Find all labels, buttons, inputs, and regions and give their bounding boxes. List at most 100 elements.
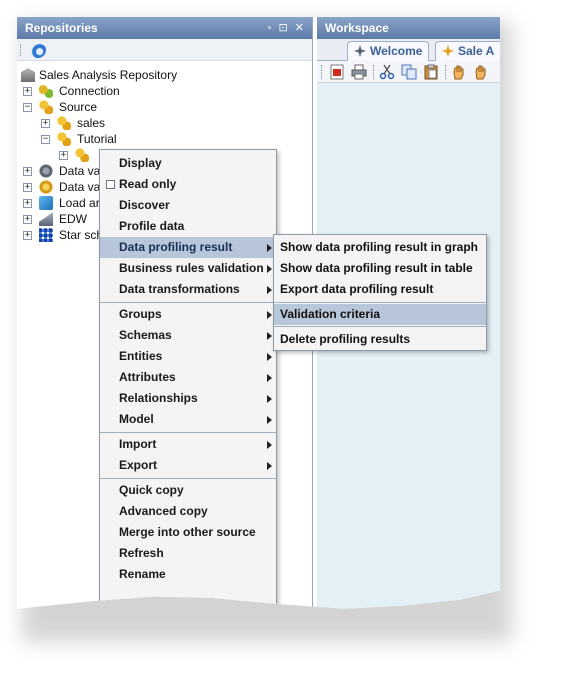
collapse-icon[interactable]: −: [41, 135, 50, 144]
pdf-icon[interactable]: [329, 64, 345, 80]
hand-alt-icon[interactable]: [473, 64, 489, 80]
gear-icon: [39, 164, 53, 178]
menu-item-discover[interactable]: Discover: [100, 195, 276, 216]
toolbar-separator: [373, 65, 374, 79]
menu-item-label: Groups: [119, 307, 162, 321]
tree-node-label: Data va: [59, 180, 101, 194]
menu-item-label: Business rules validation: [119, 261, 264, 275]
tree-node-label: Load ar: [59, 196, 100, 210]
menu-item-label: Profile data: [119, 219, 185, 233]
hand-icon[interactable]: [451, 64, 467, 80]
submenu-item-delete-results[interactable]: Delete profiling results: [274, 329, 486, 350]
submenu-item-show-table[interactable]: Show data profiling result in table: [274, 258, 486, 279]
menu-item-relationships[interactable]: Relationships: [100, 388, 276, 409]
submenu-arrow-icon: [267, 286, 272, 294]
menu-item-data-transformations[interactable]: Data transformations: [100, 279, 276, 300]
tab-sale-analysis[interactable]: Sale A: [435, 41, 500, 61]
menu-item-label: Advanced copy: [119, 504, 208, 518]
tree-node-label: Tutorial: [77, 132, 117, 146]
checkbox-icon[interactable]: [106, 180, 115, 189]
menu-item-export[interactable]: Export: [100, 455, 276, 476]
expand-icon[interactable]: +: [59, 151, 68, 160]
workspace-header: Workspace: [317, 17, 500, 39]
tab-label: Welcome: [370, 44, 423, 58]
submenu-arrow-icon: [267, 416, 272, 424]
submenu-arrow-icon: [267, 265, 272, 273]
cube-icon: [39, 196, 53, 210]
menu-item-merge-into-other-source[interactable]: Merge into other source: [100, 522, 276, 543]
menu-item-entities[interactable]: Entities: [100, 346, 276, 367]
menu-item-attributes[interactable]: Attributes: [100, 367, 276, 388]
menu-item-data-profiling-result[interactable]: Data profiling result: [100, 237, 276, 258]
grid-icon: [39, 228, 53, 242]
print-icon[interactable]: [351, 64, 367, 80]
repository-icon: [21, 68, 35, 82]
submenu-item-validation-criteria[interactable]: Validation criteria: [274, 304, 486, 325]
tree-node-label: Connection: [59, 84, 120, 98]
submenu-arrow-icon: [267, 462, 272, 470]
menu-separator: [100, 432, 276, 433]
panel-window-controls[interactable]: ▫ ⊡ ✕: [268, 17, 306, 39]
source-icon: [57, 116, 71, 130]
tree-node-label: Star sch: [59, 228, 104, 242]
menu-item-label: Data profiling result: [119, 240, 233, 254]
menu-separator: [100, 478, 276, 479]
menu-item-profile-data[interactable]: Profile data: [100, 216, 276, 237]
submenu-item-label: Show data profiling result in graph: [280, 240, 479, 254]
workspace-title: Workspace: [325, 21, 389, 35]
tree-node-label: Sales Analysis Repository: [39, 68, 178, 82]
menu-item-schemas[interactable]: Schemas: [100, 325, 276, 346]
tree-node-label: Source: [59, 100, 98, 114]
source-icon: [75, 148, 89, 162]
refresh-icon[interactable]: [30, 42, 46, 58]
welcome-icon: [354, 45, 366, 57]
menu-separator: [100, 302, 276, 303]
toolbar-separator: [445, 65, 446, 79]
submenu-item-show-graph[interactable]: Show data profiling result in graph: [274, 237, 486, 258]
expand-icon[interactable]: +: [23, 231, 32, 240]
edw-icon: [39, 212, 53, 226]
source-icon: [39, 100, 53, 114]
tree-node-label: EDW: [59, 212, 87, 226]
expand-icon[interactable]: +: [23, 87, 32, 96]
menu-item-advanced-copy[interactable]: Advanced copy: [100, 501, 276, 522]
menu-item-read-only[interactable]: Read only: [100, 174, 276, 195]
expand-icon[interactable]: +: [23, 199, 32, 208]
collapse-icon[interactable]: −: [23, 103, 32, 112]
submenu-item-export-result[interactable]: Export data profiling result: [274, 279, 486, 300]
workspace-toolbar: [317, 61, 500, 83]
menu-item-quick-copy[interactable]: Quick copy: [100, 480, 276, 501]
expand-icon[interactable]: +: [23, 183, 32, 192]
menu-item-model[interactable]: Model: [100, 409, 276, 430]
submenu-arrow-icon: [267, 353, 272, 361]
menu-item-label: Import: [119, 437, 157, 451]
submenu-arrow-icon: [267, 441, 272, 449]
tab-welcome[interactable]: Welcome: [347, 41, 430, 61]
menu-item-label: Rename: [119, 567, 166, 581]
menu-item-label: Read only: [119, 177, 177, 191]
menu-separator: [274, 326, 486, 327]
submenu-arrow-icon: [267, 244, 272, 252]
expand-icon[interactable]: +: [41, 119, 50, 128]
menu-item-groups[interactable]: Groups: [100, 304, 276, 325]
menu-item-label: Data transformations: [119, 282, 240, 296]
expand-icon[interactable]: +: [23, 167, 32, 176]
menu-item-refresh[interactable]: Refresh: [100, 543, 276, 564]
submenu-item-label: Export data profiling result: [280, 282, 434, 296]
toolbar-grip[interactable]: [20, 44, 23, 56]
tree-node-label: sales: [77, 116, 106, 130]
expand-icon[interactable]: +: [23, 215, 32, 224]
copy-icon[interactable]: [401, 64, 417, 80]
menu-item-label: Refresh: [119, 546, 164, 560]
paste-icon[interactable]: [423, 64, 439, 80]
menu-item-label: Export: [119, 458, 158, 472]
menu-item-import[interactable]: Import: [100, 434, 276, 455]
menu-item-display[interactable]: Display: [100, 153, 276, 174]
submenu-item-label: Show data profiling result in table: [280, 261, 473, 275]
menu-item-business-rules-validation[interactable]: Business rules validation: [100, 258, 276, 279]
repositories-title: Repositories: [25, 21, 98, 35]
menu-item-rename[interactable]: Rename: [100, 564, 276, 585]
cut-icon[interactable]: [379, 64, 395, 80]
submenu-item-label: Delete profiling results: [280, 332, 411, 346]
menu-item-label: Merge into other source: [119, 525, 256, 539]
